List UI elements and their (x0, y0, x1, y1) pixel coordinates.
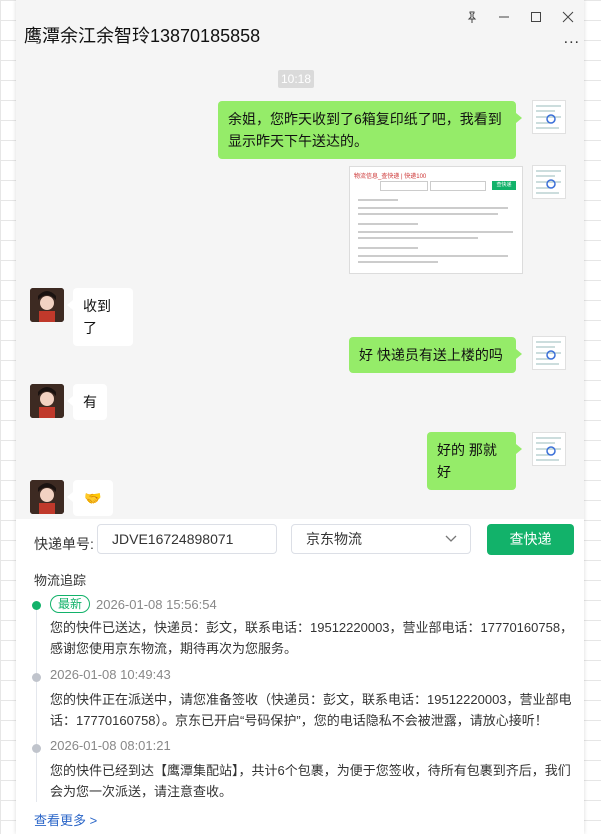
image-button-graphic: 查快递 (492, 181, 516, 190)
message-time: 10:18 (278, 70, 314, 88)
query-tracking-button[interactable]: 查快递 (487, 524, 574, 555)
event-time: 2026-01-08 08:01:21 (50, 738, 171, 753)
event-time: 2026-01-08 15:56:54 (96, 596, 217, 612)
handshake-emoji-message[interactable]: 🤝 (67, 480, 113, 516)
carrier-select[interactable]: 京东物流 (291, 524, 471, 554)
image-title: 物流信息_查快递 | 快递100 (354, 174, 427, 180)
pin-icon[interactable] (456, 8, 488, 26)
close-icon[interactable] (552, 8, 584, 26)
event-text: 您的快件正在派送中，请您准备签收（快递员：彭文，联系电话：19512220003… (50, 692, 572, 728)
contact-avatar[interactable] (30, 480, 64, 514)
my-avatar[interactable] (532, 432, 566, 466)
carrier-select-value: 京东物流 (306, 531, 362, 547)
minimize-icon[interactable] (488, 8, 520, 26)
message-bubble-me[interactable]: 好的 那就好 (427, 432, 522, 490)
message-bubble-me[interactable]: 余姐，您昨天收到了6箱复印纸了吧，我看到显示昨天下午送达的。 (218, 101, 522, 159)
tracking-panel: 快递单号: JDVE16724898071 京东物流 查快递 物流追踪 最新 2… (16, 519, 584, 834)
latest-badge: 最新 (50, 595, 91, 613)
contact-avatar[interactable] (30, 288, 64, 322)
message-bubble-other[interactable]: 有 (67, 384, 107, 420)
chat-title: 鹰潭余江余智玲13870185858 (24, 26, 261, 46)
timeline-dot-active (32, 601, 41, 610)
timeline-dot (32, 744, 41, 753)
maximize-icon[interactable] (520, 8, 552, 26)
my-avatar[interactable] (532, 336, 566, 370)
event-text: 您的快件已经到达【鹰潭集配站】，共计6个包裹，为便于您签收，待所有包裹到齐后，我… (50, 763, 571, 799)
timeline-dot (32, 673, 41, 682)
image-select-graphic (430, 181, 486, 191)
timeline-rail (36, 607, 37, 802)
image-input-graphic (380, 181, 428, 191)
title-bar: 鹰潭余江余智玲13870185858 ... (16, 0, 584, 64)
tracking-number-input[interactable]: JDVE16724898071 (97, 524, 277, 554)
logistics-tracking-title: 物流追踪 (34, 573, 87, 588)
more-options-icon[interactable]: ... (564, 30, 580, 48)
screenshot-image-message[interactable]: 物流信息_查快递 | 快递100 查快递 (349, 166, 523, 274)
message-bubble-other[interactable]: 收到了 (67, 288, 133, 346)
message-bubble-me[interactable]: 好 快递员有送上楼的吗 (349, 337, 522, 373)
tracking-number-label: 快递单号: (34, 536, 94, 552)
event-time: 2026-01-08 10:49:43 (50, 667, 171, 682)
my-avatar[interactable] (532, 165, 566, 199)
chat-window: 鹰潭余江余智玲13870185858 ... 10:18 余姐，您昨天收到了6箱… (16, 0, 584, 834)
chat-messages[interactable]: 10:18 余姐，您昨天收到了6箱复印纸了吧，我看到显示昨天下午送达的。 物流信… (16, 64, 584, 519)
contact-avatar[interactable] (30, 384, 64, 418)
window-controls (456, 8, 584, 26)
see-more-link[interactable]: 查看更多 > (34, 810, 97, 829)
event-text: 您的快件已送达，快递员：彭文，联系电话：19512220003，营业部电话：17… (50, 620, 574, 656)
chevron-down-icon (444, 524, 458, 563)
my-avatar[interactable] (532, 100, 566, 134)
